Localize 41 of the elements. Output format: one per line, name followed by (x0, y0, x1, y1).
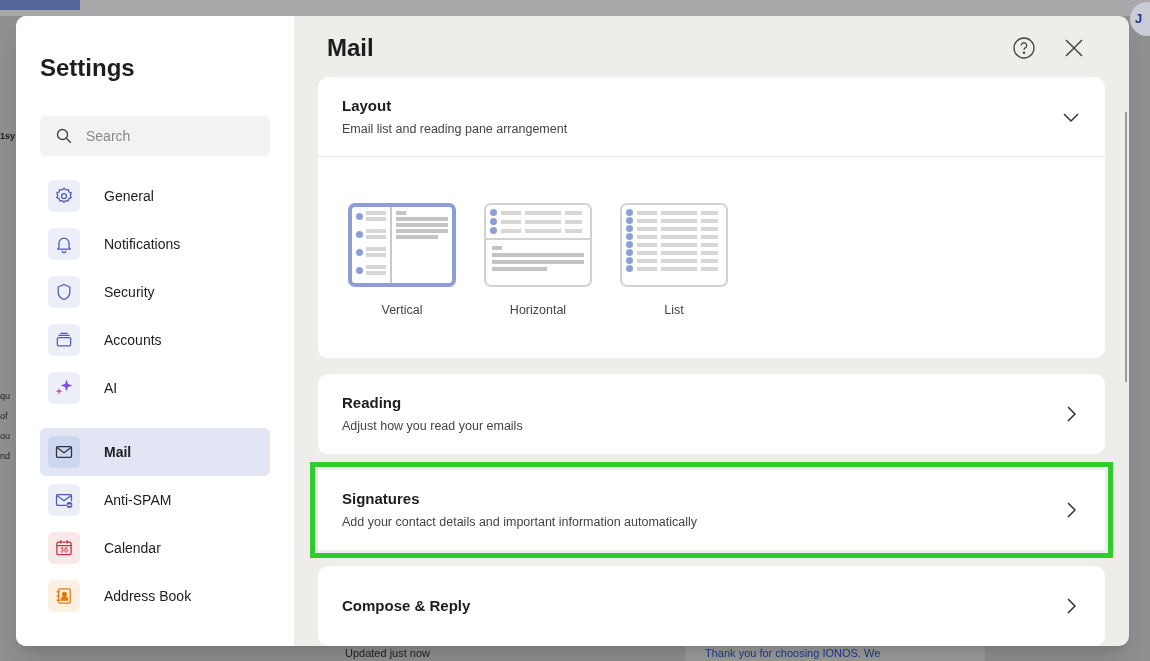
card-title: Compose & Reply (342, 595, 472, 616)
layout-option-label: Horizontal (509, 302, 567, 320)
settings-card[interactable]: Signatures Add your contact details and important information automatically (310, 462, 1113, 558)
layout-option-label: Vertical (381, 302, 423, 320)
nav-item[interactable]: Calendar (40, 524, 270, 572)
card-title: Reading (342, 392, 403, 413)
calendar-icon (54, 538, 74, 558)
card-subtitle: Adjust how you read your emails (342, 418, 524, 436)
nav-item[interactable]: Accounts (40, 316, 270, 364)
layout-option-label: List (664, 302, 684, 320)
settings-card[interactable]: Compose & Reply (318, 566, 1105, 646)
card-subtitle: Add your contact details and important information automatically (342, 514, 699, 532)
card-title: Layout (342, 95, 393, 116)
background-text: nd (0, 450, 11, 462)
background-text: ou (0, 430, 11, 442)
layout-preview[interactable] (348, 203, 456, 288)
nav-item[interactable]: Anti-SPAM (40, 476, 270, 524)
nav-item[interactable]: Notifications (40, 220, 270, 268)
close-icon[interactable] (1065, 38, 1083, 57)
search-field[interactable]: Search (40, 116, 270, 156)
nav-item[interactable]: AI (40, 364, 270, 412)
contact-card-icon (54, 586, 74, 606)
background-text: 1sy (0, 130, 16, 142)
settings-title: Settings (40, 53, 136, 83)
nav-item[interactable]: Security (40, 268, 270, 316)
page-title: Mail (326, 32, 375, 63)
nav-item[interactable]: General (40, 172, 270, 220)
card-subtitle: Email list and reading pane arrangement (342, 121, 569, 139)
card-title: Signatures (342, 488, 421, 509)
avatar[interactable]: J (1130, 2, 1150, 36)
gear-icon (54, 186, 74, 206)
layout-preview[interactable] (620, 203, 728, 288)
settings-card[interactable]: Reading Adjust how you read your emails (318, 374, 1105, 454)
preview-text: Thank you for choosing IONOS. We (705, 647, 882, 660)
background-text: qu (0, 390, 11, 402)
background-text: of (0, 410, 9, 422)
nav-item[interactable]: Address Book (40, 572, 270, 620)
help-icon[interactable] (1013, 36, 1035, 59)
search-icon (56, 128, 72, 144)
status-text: Updated just now (345, 647, 430, 659)
nav-item[interactable]: Mail (40, 428, 270, 476)
